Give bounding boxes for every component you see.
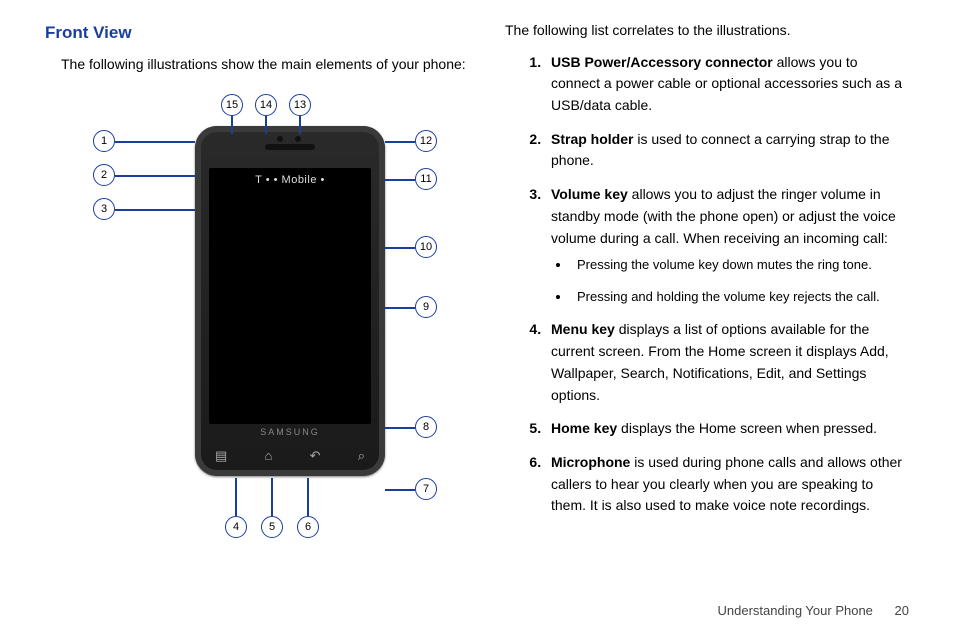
callout-8: 8 xyxy=(415,416,437,438)
callout-1: 1 xyxy=(93,130,115,152)
callout-6: 6 xyxy=(297,516,319,538)
phone-diagram: T • • Mobile • SAMSUNG ▤ ⌂ ↶ ⌕ 1 2 3 15 … xyxy=(55,86,455,546)
desc: displays the Home screen when pressed. xyxy=(617,420,877,436)
lead-line xyxy=(299,116,301,134)
lead-line xyxy=(385,307,415,309)
bullet-item: Pressing the volume key down mutes the r… xyxy=(571,255,909,275)
sensor-dot-icon xyxy=(295,136,301,142)
callout-4: 4 xyxy=(225,516,247,538)
back-icon: ↶ xyxy=(310,446,321,466)
home-icon: ⌂ xyxy=(265,446,273,466)
callout-14: 14 xyxy=(255,94,277,116)
term: Volume key xyxy=(551,186,628,202)
lead-line xyxy=(307,478,309,516)
list-item: Microphone is used during phone calls an… xyxy=(545,452,909,517)
lead-line xyxy=(385,247,415,249)
page-number: 20 xyxy=(895,603,909,618)
lead-line xyxy=(385,179,415,181)
search-icon: ⌕ xyxy=(358,446,365,466)
callout-12: 12 xyxy=(415,130,437,152)
intro-text: The following illustrations show the mai… xyxy=(61,54,475,76)
callout-10: 10 xyxy=(415,236,437,258)
earpiece-icon xyxy=(265,144,315,150)
term: USB Power/Accessory connector xyxy=(551,54,773,70)
lead-line xyxy=(115,141,195,143)
callout-3: 3 xyxy=(93,198,115,220)
callout-5: 5 xyxy=(261,516,283,538)
term: Microphone xyxy=(551,454,630,470)
lead-line xyxy=(235,478,237,516)
feature-list: USB Power/Accessory connector allows you… xyxy=(505,52,909,517)
lead-line xyxy=(385,141,415,143)
term: Home key xyxy=(551,420,617,436)
list-item: USB Power/Accessory connector allows you… xyxy=(545,52,909,117)
carrier-label: T • • Mobile • xyxy=(195,172,385,189)
lead-line xyxy=(115,209,195,211)
lead-line xyxy=(385,427,415,429)
section-heading: Front View xyxy=(45,20,475,46)
lead-line xyxy=(115,175,195,177)
term: Menu key xyxy=(551,321,615,337)
callout-11: 11 xyxy=(415,168,437,190)
lead-line xyxy=(231,116,233,134)
callout-13: 13 xyxy=(289,94,311,116)
right-intro: The following list correlates to the ill… xyxy=(505,20,909,42)
list-item: Strap holder is used to connect a carryi… xyxy=(545,129,909,172)
callout-9: 9 xyxy=(415,296,437,318)
lead-line xyxy=(271,478,273,516)
brand-label: SAMSUNG xyxy=(195,426,385,440)
phone-screen xyxy=(209,168,371,424)
sensor-dot-icon xyxy=(277,136,283,142)
page-footer: Understanding Your Phone 20 xyxy=(718,603,910,618)
lead-line xyxy=(385,489,415,491)
lead-line xyxy=(265,116,267,134)
callout-7: 7 xyxy=(415,478,437,500)
term: Strap holder xyxy=(551,131,633,147)
phone-body: T • • Mobile • SAMSUNG ▤ ⌂ ↶ ⌕ xyxy=(195,126,385,476)
bullet-item: Pressing and holding the volume key reje… xyxy=(571,287,909,307)
callout-15: 15 xyxy=(221,94,243,116)
list-item: Home key displays the Home screen when p… xyxy=(545,418,909,440)
menu-icon: ▤ xyxy=(215,446,227,466)
list-item: Menu key displays a list of options avai… xyxy=(545,319,909,406)
list-item: Volume key allows you to adjust the ring… xyxy=(545,184,909,307)
footer-section: Understanding Your Phone xyxy=(718,603,873,618)
callout-2: 2 xyxy=(93,164,115,186)
